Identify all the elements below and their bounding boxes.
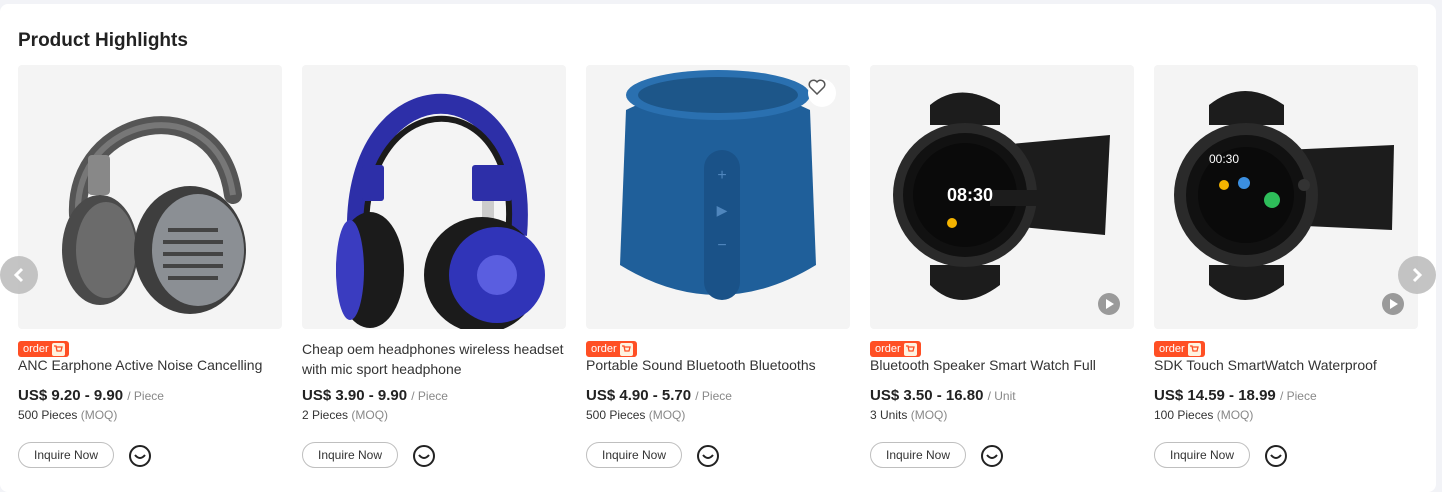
play-icon[interactable]: [1382, 293, 1404, 315]
product-image[interactable]: [302, 65, 566, 329]
inquire-now-button[interactable]: Inquire Now: [870, 442, 966, 468]
chevron-left-icon: [13, 267, 24, 283]
inquire-now-button[interactable]: Inquire Now: [586, 442, 682, 468]
chat-icon[interactable]: [979, 443, 1005, 469]
watch-time-text: 00:30: [1209, 152, 1239, 166]
carousel-next-button[interactable]: [1398, 256, 1436, 294]
cart-icon: [903, 342, 917, 356]
inquire-now-button[interactable]: Inquire Now: [18, 442, 114, 468]
product-price: US$ 3.50 - 16.80 / Unit: [870, 387, 1016, 404]
section-title: Product Highlights: [18, 30, 188, 51]
product-name[interactable]: Cheap oem headphones wireless headset wi…: [302, 339, 566, 379]
chat-icon[interactable]: [411, 443, 437, 469]
smartwatch-image: 08:30: [893, 92, 1110, 300]
play-icon[interactable]: [1098, 293, 1120, 315]
speaker-image: + ▶ −: [620, 70, 816, 300]
chat-icon[interactable]: [695, 443, 721, 469]
product-moq: 100 Pieces (MOQ): [1154, 408, 1254, 422]
svg-text:−: −: [717, 237, 726, 254]
cart-icon: [619, 342, 633, 356]
product-moq: 500 Pieces (MOQ): [586, 408, 686, 422]
product-moq: 3 Units (MOQ): [870, 408, 948, 422]
watch-time-text: 08:30: [947, 185, 993, 205]
smartwatch-image: 00:30: [1174, 91, 1394, 300]
chevron-right-icon: [1412, 267, 1423, 283]
headphone-image: [336, 93, 545, 329]
product-image[interactable]: 08:30: [870, 65, 1134, 329]
headphone-image: [62, 116, 246, 314]
heart-icon[interactable]: [808, 79, 836, 107]
product-moq: 2 Pieces (MOQ): [302, 408, 389, 422]
product-image[interactable]: + ▶ −: [586, 65, 850, 329]
product-image[interactable]: 00:30: [1154, 65, 1418, 329]
carousel-prev-button[interactable]: [0, 256, 38, 294]
product-moq: 500 Pieces (MOQ): [18, 408, 118, 422]
product-name[interactable]: SDK Touch SmartWatch Waterproof: [1154, 355, 1418, 375]
product-price: US$ 14.59 - 18.99 / Piece: [1154, 387, 1317, 404]
product-name[interactable]: Portable Sound Bluetooth Bluetooths: [586, 355, 850, 375]
svg-text:+: +: [717, 167, 726, 184]
product-price: US$ 3.90 - 9.90 / Piece: [302, 387, 448, 404]
chat-icon[interactable]: [127, 443, 153, 469]
inquire-now-button[interactable]: Inquire Now: [302, 442, 398, 468]
svg-text:▶: ▶: [717, 202, 728, 218]
product-price: US$ 4.90 - 5.70 / Piece: [586, 387, 732, 404]
product-price: US$ 9.20 - 9.90 / Piece: [18, 387, 164, 404]
product-image[interactable]: [18, 65, 282, 329]
inquire-now-button[interactable]: Inquire Now: [1154, 442, 1250, 468]
product-name[interactable]: Bluetooth Speaker Smart Watch Full: [870, 355, 1134, 375]
chat-icon[interactable]: [1263, 443, 1289, 469]
product-name[interactable]: ANC Earphone Active Noise Cancelling: [18, 355, 282, 375]
cart-icon: [1187, 342, 1201, 356]
cart-icon: [51, 342, 65, 356]
